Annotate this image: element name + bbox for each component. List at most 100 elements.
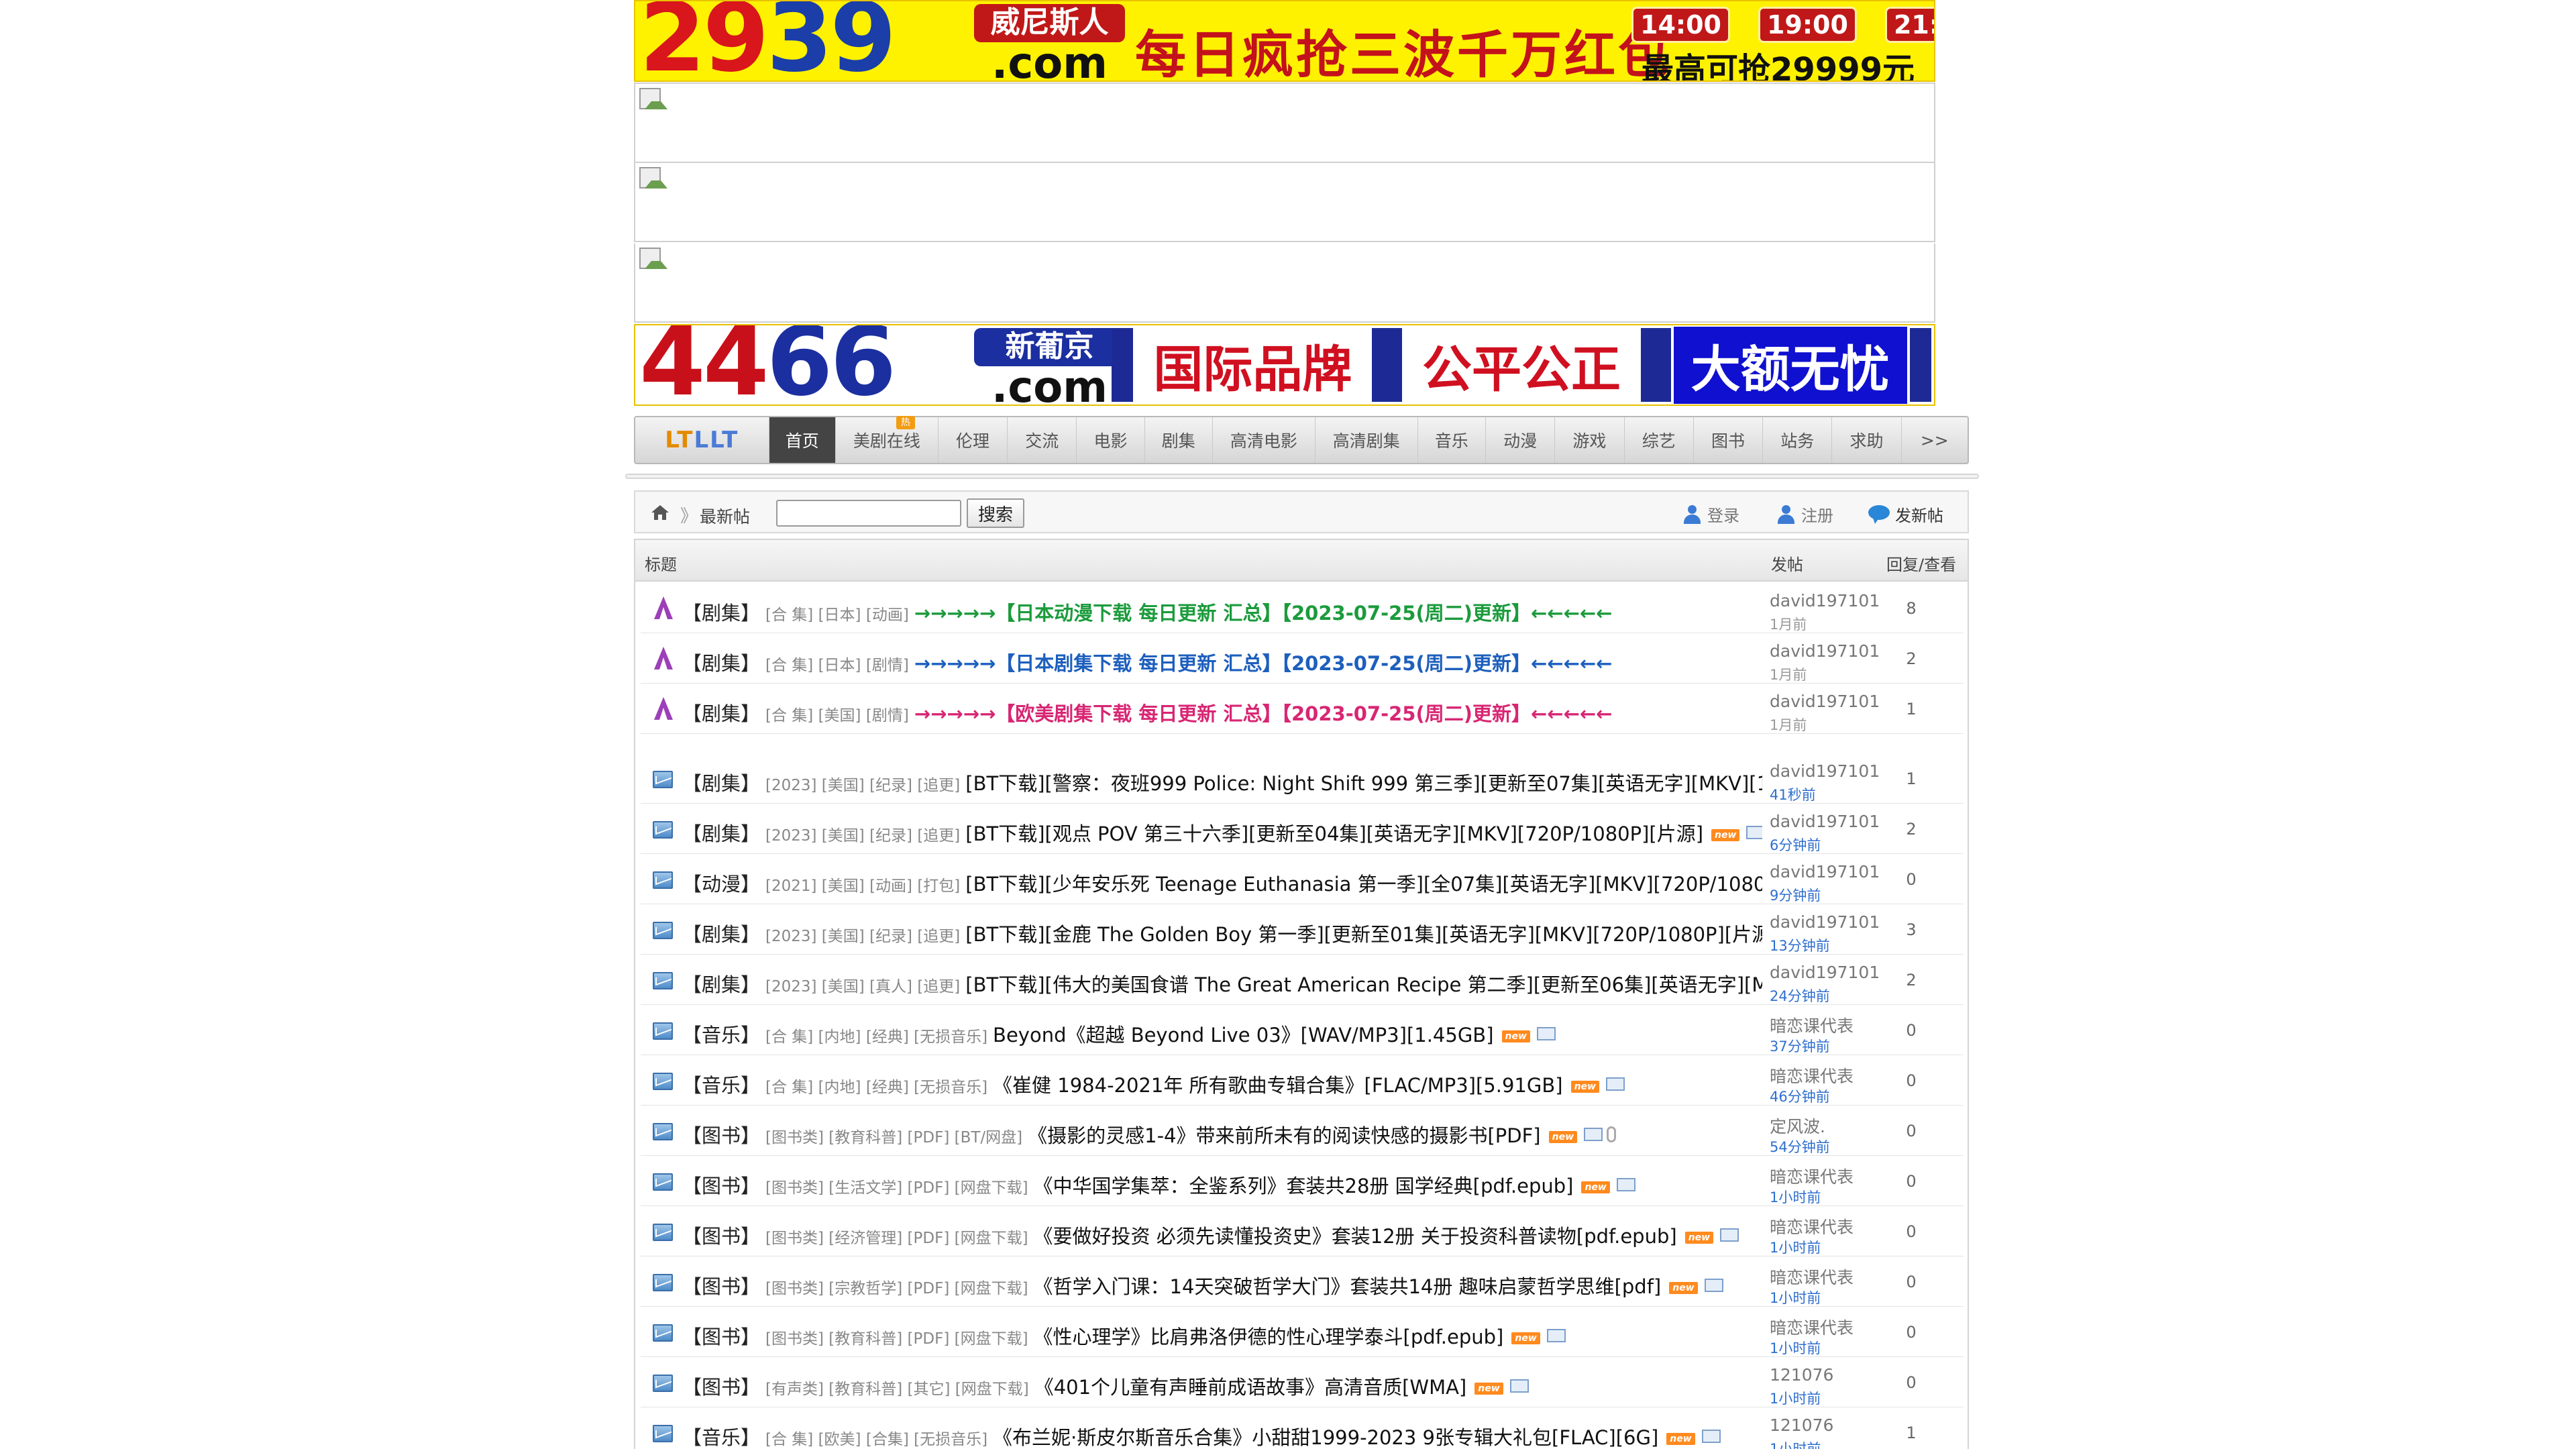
thread-row[interactable]: 【剧集】 [合 集] [日本] [动画] →→→→→【日本动漫下载 每日更新 汇总】… [641, 583, 1964, 633]
ad-banner-bottom[interactable]: 4466 新葡京 .com 国际品牌 公平公正 大额无忧 [634, 324, 1935, 406]
thread-category[interactable]: 【剧集】 [682, 702, 760, 725]
search-button[interactable]: 搜索 [967, 498, 1024, 528]
thread-category[interactable]: 【剧集】 [682, 772, 760, 795]
thread-title-link[interactable]: 《布兰妮·斯皮尔斯音乐合集》小甜甜1999-2023 9张专辑大礼包[FLAC]… [993, 1426, 1658, 1449]
thread-reply-count: 2 [1906, 649, 1917, 668]
thread-title-link[interactable]: [BT下载][伟大的美国食谱 The Great American Recipe… [965, 973, 1762, 996]
thread-title-link[interactable]: 《性心理学》比肩弗洛伊德的性心理学泰斗[pdf.epub] [1034, 1326, 1504, 1348]
thread-title-link[interactable]: [BT下载][金鹿 The Golden Boy 第一季][更新至01集][英语… [965, 923, 1762, 946]
thread-title-link[interactable]: 《要做好投资 必须先读懂投资史》套装12册 关于投资科普读物[pdf.epub] [1034, 1225, 1677, 1248]
nav-item-ethics[interactable]: 伦理 [937, 417, 1007, 463]
pinned-thread-icon [654, 596, 673, 619]
thread-category[interactable]: 【剧集】 [682, 652, 760, 675]
thread-title-link[interactable]: 《哲学入门课：14天突破哲学大门》套装共14册 趣味启蒙哲学思维[pdf] [1034, 1275, 1662, 1298]
thread-category[interactable]: 【剧集】 [682, 602, 760, 625]
breadcrumb[interactable]: 最新帖 [700, 504, 750, 528]
thread-title-link[interactable]: [BT下载][观点 POV 第三十六季][更新至04集][英语无字][MKV][… [965, 822, 1703, 845]
thread-title-link[interactable]: →→→→→【欧美剧集下载 每日更新 汇总】【2023-07-25(周二)更新】←… [914, 702, 1613, 725]
thread-title-link[interactable]: [BT下载][警察：夜班999 Police: Night Shift 999 … [965, 772, 1762, 795]
thread-row[interactable]: 【音乐】 [合 集] [欧美] [合集] [无损音乐] 《布兰妮·斯皮尔斯音乐合集》… [641, 1407, 1964, 1449]
thread-row[interactable]: 【图书】 [图书类] [经济管理] [PDF] [网盘下载] 《要做好投资 必须先读… [641, 1206, 1964, 1256]
nav-item-movies[interactable]: 电影 [1076, 417, 1144, 463]
thread-row[interactable]: 【剧集】 [合 集] [日本] [剧情] →→→→→【日本剧集下载 每日更新 汇总】… [641, 633, 1964, 684]
thread-row[interactable]: 【剧集】 [合 集] [美国] [剧情] →→→→→【欧美剧集下载 每日更新 汇总】… [641, 684, 1964, 734]
thread-row[interactable]: 【动漫】 [2021] [美国] [动画] [打包] [BT下载][少年安乐死 Te… [641, 854, 1964, 904]
thread-category[interactable]: 【剧集】 [682, 822, 760, 845]
thread-author[interactable]: david197101 [1770, 591, 1880, 610]
thread-row[interactable]: 【图书】 [图书类] [教育科普] [PDF] [BT/网盘] 《摄影的灵感1-4》… [641, 1106, 1964, 1156]
home-icon[interactable] [650, 504, 670, 521]
thread-category[interactable]: 【图书】 [682, 1326, 760, 1348]
thread-title-link[interactable]: →→→→→【日本动漫下载 每日更新 汇总】【2023-07-25(周二)更新】←… [914, 602, 1613, 625]
ad-image-slot-1[interactable] [634, 83, 1935, 163]
nav-item-hd-series[interactable]: 高清剧集 [1314, 417, 1417, 463]
nav-item-books[interactable]: 图书 [1693, 417, 1762, 463]
nav-item-us-drama-online[interactable]: 美剧在线热 [835, 416, 938, 463]
thread-author[interactable]: david197101 [1770, 641, 1880, 661]
thread-row[interactable]: 【图书】 [图书类] [宗教哲学] [PDF] [网盘下载] 《哲学入门课：14天突… [641, 1256, 1964, 1307]
ad-image-slot-2[interactable] [634, 163, 1935, 242]
thread-category[interactable]: 【音乐】 [682, 1074, 760, 1097]
thread-author[interactable]: david197101 [1770, 963, 1880, 982]
thread-row[interactable]: 【剧集】 [2023] [美国] [真人] [追更] [BT下载][伟大的美国食谱 … [641, 955, 1964, 1005]
thread-author[interactable]: 暗恋课代表 [1770, 1315, 1854, 1339]
nav-item-hd-movies[interactable]: 高清电影 [1212, 417, 1315, 463]
thread-category[interactable]: 【图书】 [682, 1275, 760, 1298]
thread-row[interactable]: 【剧集】 [2023] [美国] [纪录] [追更] [BT下载][警察：夜班999… [641, 753, 1964, 804]
thread-row[interactable]: 【图书】 [图书类] [生活文学] [PDF] [网盘下载] 《中华国学集萃：全鉴系… [641, 1156, 1964, 1206]
nav-item-games[interactable]: 游戏 [1554, 417, 1623, 463]
login-link[interactable]: 登录 [1682, 502, 1739, 526]
nav-item-series[interactable]: 剧集 [1144, 417, 1212, 463]
thread-title-link[interactable]: 《401个儿童有声睡前成语故事》高清音质[WMA] [1034, 1376, 1467, 1399]
nav-item-more[interactable]: >> [1900, 417, 1968, 463]
nav-item-site-affairs[interactable]: 站务 [1762, 417, 1831, 463]
thread-author[interactable]: david197101 [1770, 862, 1880, 881]
thread-author[interactable]: david197101 [1770, 761, 1880, 781]
thread-author[interactable]: david197101 [1770, 692, 1880, 711]
thread-row[interactable]: 【图书】 [图书类] [教育科普] [PDF] [网盘下载] 《性心理学》比肩弗洛伊… [641, 1307, 1964, 1357]
thread-author[interactable]: david197101 [1770, 912, 1880, 932]
nav-item-exchange[interactable]: 交流 [1007, 417, 1076, 463]
thread-category[interactable]: 【动漫】 [682, 873, 760, 896]
thread-author[interactable]: 定风波. [1770, 1114, 1825, 1138]
nav-item-variety[interactable]: 综艺 [1623, 417, 1693, 463]
thread-author[interactable]: 暗恋课代表 [1770, 1214, 1854, 1238]
thread-author[interactable]: 暗恋课代表 [1770, 1164, 1854, 1188]
thread-title-link[interactable]: [BT下载][少年安乐死 Teenage Euthanasia 第一季][全07… [965, 873, 1762, 896]
new-post-button[interactable]: 发新帖 [1868, 502, 1943, 526]
thread-category[interactable]: 【剧集】 [682, 923, 760, 946]
thread-row[interactable]: 【音乐】 [合 集] [内地] [经典] [无损音乐] Beyond《超越 Beyo… [641, 1005, 1964, 1055]
thread-row[interactable]: 【音乐】 [合 集] [内地] [经典] [无损音乐] 《崔健 1984-2021年… [641, 1055, 1964, 1106]
thread-row[interactable]: 【剧集】 [2023] [美国] [纪录] [追更] [BT下载][观点 POV 第… [641, 804, 1964, 854]
thread-title-link[interactable]: →→→→→【日本剧集下载 每日更新 汇总】【2023-07-25(周二)更新】←… [914, 652, 1613, 675]
thread-title-link[interactable]: 《摄影的灵感1-4》带来前所未有的阅读快感的摄影书[PDF] [1028, 1124, 1541, 1147]
nav-item-anime[interactable]: 动漫 [1485, 417, 1554, 463]
thread-author[interactable]: 121076 [1770, 1415, 1833, 1435]
thread-row[interactable]: 【剧集】 [2023] [美国] [纪录] [追更] [BT下载][金鹿 The G… [641, 904, 1964, 955]
thread-title-link[interactable]: Beyond《超越 Beyond Live 03》[WAV/MP3][1.45G… [993, 1024, 1493, 1046]
thread-author[interactable]: 暗恋课代表 [1770, 1063, 1854, 1087]
thread-author[interactable]: 暗恋课代表 [1770, 1265, 1854, 1289]
ad-banner-top[interactable]: 2939 威尼斯人 .com 每日疯抢三波千万红包 14:00 19:00 21… [634, 0, 1935, 82]
thread-row[interactable]: 【图书】 [有声类] [教育科普] [其它] [网盘下载] 《401个儿童有声睡前成… [641, 1357, 1964, 1407]
thread-author[interactable]: 暗恋课代表 [1770, 1013, 1854, 1037]
nav-item-music[interactable]: 音乐 [1417, 417, 1485, 463]
thread-title-link[interactable]: 《中华国学集萃：全鉴系列》套装共28册 国学经典[pdf.epub] [1034, 1175, 1574, 1197]
thread-category[interactable]: 【剧集】 [682, 973, 760, 996]
thread-time: 1小时前 [1770, 1189, 1821, 1205]
thread-category[interactable]: 【音乐】 [682, 1426, 760, 1449]
thread-category[interactable]: 【图书】 [682, 1124, 760, 1147]
thread-category[interactable]: 【音乐】 [682, 1024, 760, 1046]
site-logo[interactable]: LT LLT [635, 417, 769, 463]
thread-title-link[interactable]: 《崔健 1984-2021年 所有歌曲专辑合集》[FLAC/MP3][5.91G… [993, 1074, 1563, 1097]
thread-author[interactable]: 121076 [1770, 1365, 1833, 1385]
nav-item-home[interactable]: 首页 [768, 417, 835, 463]
thread-category[interactable]: 【图书】 [682, 1225, 760, 1248]
thread-category[interactable]: 【图书】 [682, 1175, 760, 1197]
thread-category[interactable]: 【图书】 [682, 1376, 760, 1399]
thread-author[interactable]: david197101 [1770, 812, 1880, 831]
register-link[interactable]: 注册 [1776, 502, 1833, 526]
ad-image-slot-3[interactable] [634, 244, 1935, 323]
search-input[interactable] [776, 500, 961, 527]
nav-item-help[interactable]: 求助 [1831, 417, 1900, 463]
